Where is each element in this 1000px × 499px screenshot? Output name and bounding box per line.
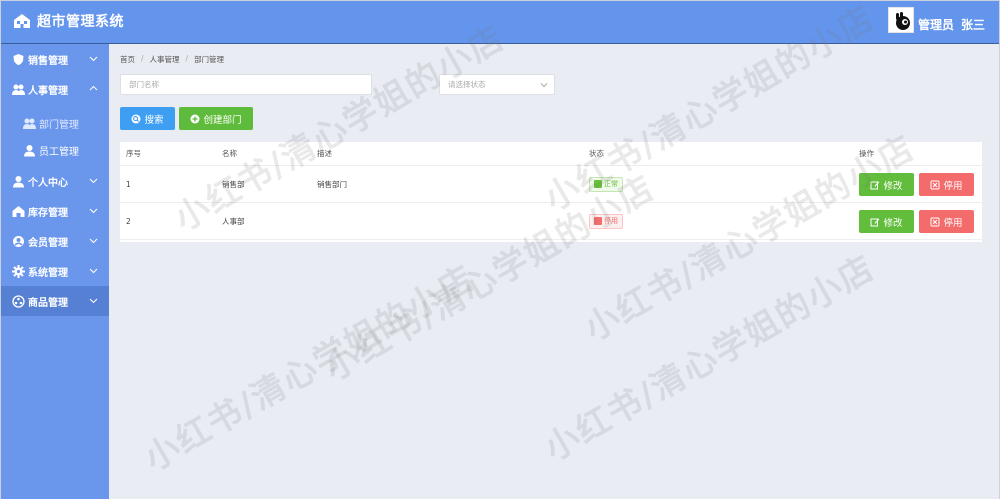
column-header-status: 状态: [589, 149, 604, 158]
cell-name: 销售部: [222, 179, 245, 189]
sidebar-subitem-label: 部门管理: [39, 120, 79, 131]
user-name: 张三: [960, 18, 985, 32]
breadcrumb: 首页 / 人事管理 / 部门管理: [120, 54, 224, 65]
column-header-index: 序号: [126, 149, 141, 158]
disable-icon: [930, 180, 940, 189]
status-tag-normal: 正常: [589, 176, 623, 192]
breadcrumb-hr[interactable]: 人事管理: [150, 54, 180, 65]
column-header-description: 描述: [317, 149, 332, 158]
table-header: 序号 名称 描述 状态 操作: [120, 142, 982, 166]
edit-icon: [870, 181, 880, 189]
status-badge: 正常: [589, 176, 623, 192]
hr-submenu: 部门管理 员工管理: [1, 104, 109, 166]
sidebar-item-label: 销售管理: [28, 55, 68, 67]
chevron-up-icon: [89, 85, 98, 91]
department-name-input[interactable]: 部门名称: [120, 74, 372, 95]
chevron-down-icon: [540, 83, 548, 88]
sidebar-item-goods[interactable]: 商品管理: [1, 286, 109, 316]
status-badge: 停用: [589, 213, 623, 229]
sidebar-item-label: 商品管理: [28, 297, 68, 309]
edit-button-label: 修改: [883, 180, 903, 192]
sidebar: 销售管理 人事管理 部门管理 员工管理 个人中心 库存管理 会员管理 系统管理 …: [1, 44, 109, 499]
sidebar-item-system[interactable]: 系统管理: [1, 256, 109, 286]
cell-name: 人事部: [222, 216, 245, 226]
sidebar-item-profile[interactable]: 个人中心: [1, 166, 109, 196]
chevron-down-icon: [89, 178, 98, 184]
member-icon: [12, 235, 25, 248]
status-select[interactable]: 请选择状态: [439, 74, 555, 95]
user-icon: [23, 144, 36, 157]
search-button-label: 搜索: [144, 114, 164, 126]
cell-description: 销售部门: [317, 179, 347, 189]
chevron-down-icon: [89, 56, 98, 62]
avatar[interactable]: [887, 7, 914, 33]
search-icon: [131, 114, 141, 123]
edit-button[interactable]: 修改: [859, 173, 914, 196]
breadcrumb-current: 部门管理: [194, 55, 225, 64]
chevron-down-icon: [89, 208, 98, 214]
breadcrumb-home[interactable]: 首页: [120, 54, 135, 65]
column-header-actions: 操作: [859, 149, 874, 158]
sidebar-item-inventory[interactable]: 库存管理: [1, 196, 109, 226]
brand: 超市管理系统: [13, 11, 124, 31]
sidebar-subitem-label: 员工管理: [39, 147, 79, 158]
edit-button-label: 修改: [883, 217, 903, 229]
sidebar-item-members[interactable]: 会员管理: [1, 226, 109, 256]
sidebar-item-employee[interactable]: 员工管理: [1, 137, 109, 164]
shield-icon: [12, 53, 25, 66]
department-icon: [23, 117, 36, 130]
sidebar-item-label: 系统管理: [28, 267, 68, 279]
user-menu[interactable]: 管理员 张三: [887, 7, 985, 33]
department-table: 序号 名称 描述 状态 操作 1 销售部 销售部门 正常 修改 停用 2 人事部…: [120, 142, 982, 242]
create-button-label: 创建部门: [203, 114, 242, 126]
chevron-down-icon: [89, 268, 98, 274]
sidebar-item-sales[interactable]: 销售管理: [1, 44, 109, 74]
add-circle-icon: [190, 114, 200, 123]
sidebar-item-department[interactable]: 部门管理: [1, 110, 109, 137]
search-button[interactable]: 搜索: [120, 107, 175, 130]
chevron-down-icon: [89, 298, 98, 304]
disable-icon: [930, 217, 940, 226]
disable-button[interactable]: 停用: [919, 173, 974, 196]
cell-index: 1: [126, 179, 131, 189]
sidebar-item-hr[interactable]: 人事管理: [1, 74, 109, 104]
goods-icon: [12, 294, 25, 308]
edit-icon: [870, 218, 880, 226]
sidebar-item-label: 个人中心: [28, 177, 68, 189]
users-icon: [12, 83, 25, 96]
store-logo-icon: [13, 12, 31, 30]
user-role: 管理员: [917, 18, 954, 32]
chevron-down-icon: [89, 238, 98, 244]
cell-index: 2: [126, 216, 131, 226]
breadcrumb-separator: /: [141, 54, 144, 63]
status-tag-label: 正常: [604, 180, 618, 188]
disabled-icon: [594, 217, 602, 225]
top-header: 超市管理系统 管理员 张三: [1, 1, 999, 44]
main-content: 首页 / 人事管理 / 部门管理 部门名称 请选择状态 搜索 创建部门 序号 名…: [109, 44, 999, 499]
disable-button[interactable]: 停用: [919, 210, 974, 233]
sidebar-item-label: 会员管理: [28, 237, 68, 249]
create-department-button[interactable]: 创建部门: [179, 107, 253, 130]
check-icon: [594, 180, 602, 188]
disable-button-label: 停用: [943, 180, 963, 192]
sidebar-item-label: 库存管理: [28, 207, 68, 219]
breadcrumb-separator: /: [185, 54, 189, 63]
person-icon: [12, 175, 25, 188]
gear-icon: [12, 264, 25, 278]
status-tag-disabled: 停用: [589, 213, 623, 229]
table-row: 2 人事部 停用 修改 停用: [120, 203, 982, 240]
sidebar-item-label: 人事管理: [28, 85, 68, 97]
disable-button-label: 停用: [943, 217, 963, 229]
column-header-name: 名称: [222, 149, 237, 158]
app-title: 超市管理系统: [37, 14, 124, 30]
status-tag-label: 停用: [604, 217, 618, 225]
status-select-placeholder: 请选择状态: [448, 80, 486, 89]
app-window: 超市管理系统 管理员 张三 销售管理 人事管理 部门管理 员工管理 个人中心 库…: [0, 0, 1000, 499]
edit-button[interactable]: 修改: [859, 210, 914, 233]
warehouse-icon: [12, 205, 25, 218]
table-row: 1 销售部 销售部门 正常 修改 停用: [120, 166, 982, 203]
